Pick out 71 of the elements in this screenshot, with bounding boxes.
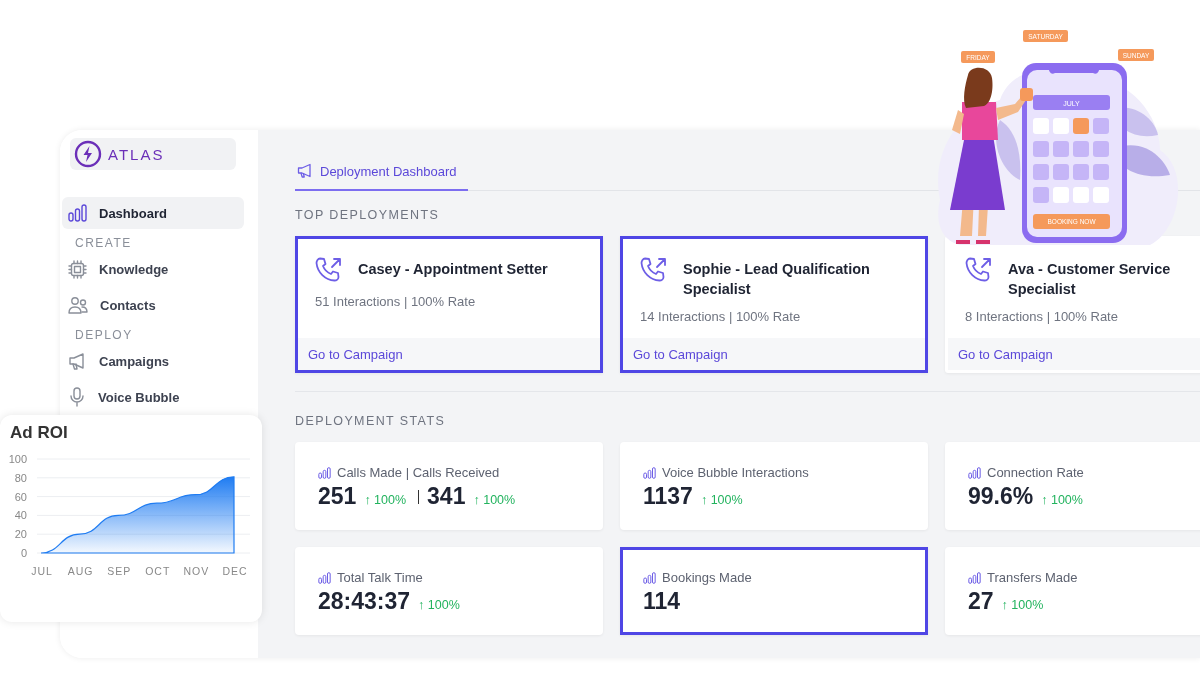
campaign-link[interactable]: Go to Campaign bbox=[308, 346, 403, 362]
deployment-stats: 14 Interactions | 100% Rate bbox=[639, 308, 802, 324]
deployment-name: Sophie - Lead Qualification Specialist bbox=[683, 260, 871, 299]
stat-value: 28:43:37 bbox=[318, 588, 411, 615]
microphone-icon bbox=[68, 387, 86, 407]
nav-item[interactable]: Campaigns bbox=[62, 345, 244, 377]
axis-label: OCT bbox=[145, 565, 171, 577]
axis-label: 60 bbox=[14, 490, 27, 503]
tab[interactable]: Deployment Dashboard bbox=[295, 153, 468, 191]
campaign-link[interactable]: Go to Campaign bbox=[958, 346, 1053, 362]
section-label: CREATE bbox=[74, 235, 133, 252]
stat-change: ↑ 100% bbox=[418, 598, 460, 612]
axis-label: NOV bbox=[183, 565, 210, 577]
stat-label: Total Talk Time bbox=[337, 570, 423, 585]
axis-label: 100 bbox=[8, 453, 27, 465]
nav-item[interactable]: Knowledge bbox=[62, 253, 244, 285]
phone-call-icon bbox=[965, 256, 994, 284]
deployment-stats: 51 Interactions | 100% Rate bbox=[314, 293, 477, 309]
stat-value: 99.6% bbox=[968, 483, 1034, 510]
nav-item[interactable]: Contacts bbox=[62, 289, 244, 321]
bar-chart-icon bbox=[643, 571, 656, 584]
bar-chart-icon bbox=[968, 571, 981, 584]
stat-value: 114 bbox=[643, 588, 681, 615]
stat-value: 1137 bbox=[643, 483, 693, 510]
megaphone-icon bbox=[297, 163, 312, 179]
stat-label: Calls Made | Calls Received bbox=[337, 465, 500, 480]
axis-label: SEP bbox=[107, 565, 132, 577]
stat-value: 251 bbox=[318, 483, 357, 510]
stat-label: Voice Bubble Interactions bbox=[662, 465, 809, 480]
bar-chart-icon bbox=[643, 466, 656, 479]
stat-change: ↑ 100% bbox=[1001, 598, 1044, 612]
phone-call-icon bbox=[640, 256, 669, 284]
axis-label: 40 bbox=[14, 509, 27, 522]
logo-text: ATLAS bbox=[108, 145, 165, 163]
axis-label: JUL bbox=[31, 565, 53, 577]
section-title: DEPLOYMENT STATS bbox=[295, 414, 446, 428]
nav-item[interactable]: Dashboard bbox=[62, 197, 244, 229]
stat-change: ↑ 100% bbox=[364, 493, 407, 507]
lightning-logo-icon bbox=[74, 140, 102, 168]
stat-label: Transfers Made bbox=[987, 570, 1078, 585]
section-label: DEPLOY bbox=[74, 327, 134, 344]
nav-item[interactable]: Voice Bubble bbox=[62, 381, 244, 413]
axis-label: 0 bbox=[20, 547, 27, 559]
phone-call-icon bbox=[315, 256, 344, 284]
deployment-card[interactable]: Ava - Customer Service Specialist 8 Interactions | 100% Rate Go to Campaign bbox=[945, 236, 1200, 373]
stat-change: ↑ 100% bbox=[1041, 493, 1083, 507]
deployment-card[interactable]: Casey - Appointment Setter 51 Interactions | 100% Rate Go to Campaign bbox=[295, 236, 603, 373]
deployment-card[interactable]: Sophie - Lead Qualification Specialist 14 Interactions | 100% Rate Go to Campaign bbox=[620, 236, 928, 373]
campaign-link[interactable]: Go to Campaign bbox=[633, 346, 728, 362]
megaphone-icon bbox=[68, 351, 87, 371]
stat-value: 341 bbox=[427, 483, 466, 510]
stat-label: Connection Rate bbox=[987, 465, 1084, 480]
bar-chart-icon bbox=[318, 571, 331, 584]
stat-change: ↑ 100% bbox=[700, 493, 743, 507]
stat-label: Bookings Made bbox=[662, 570, 752, 585]
bar-chart-icon bbox=[968, 466, 981, 479]
chip-icon bbox=[68, 259, 87, 279]
bar-chart-icon bbox=[318, 466, 331, 479]
deployment-name: Casey - Appointment Setter bbox=[358, 260, 548, 279]
deployment-name: Ava - Customer Service Specialist bbox=[1008, 260, 1172, 299]
deployment-stats: 8 Interactions | 100% Rate bbox=[964, 308, 1119, 324]
axis-label: AUG bbox=[67, 565, 94, 577]
section-title: TOP DEPLOYMENTS bbox=[295, 208, 440, 222]
axis-label: 20 bbox=[14, 528, 27, 541]
stat-change: ↑ 100% bbox=[473, 493, 516, 507]
axis-label: DEC bbox=[222, 565, 248, 577]
stat-value: 27 bbox=[968, 588, 994, 615]
axis-label: 80 bbox=[14, 471, 27, 484]
bar-chart-icon bbox=[68, 204, 87, 222]
people-icon bbox=[68, 296, 88, 314]
chart-title: Ad ROI bbox=[10, 423, 68, 443]
